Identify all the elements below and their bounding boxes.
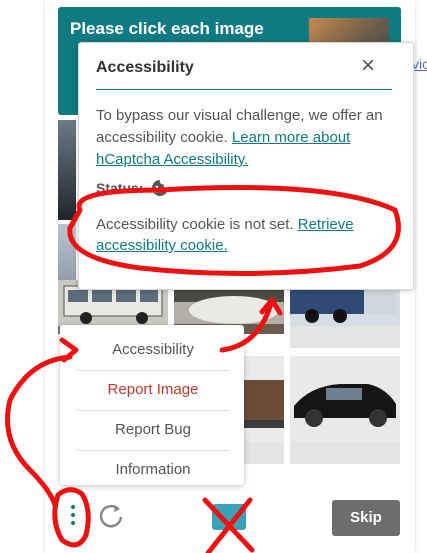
popup-intro: To bypass our visual challenge, we offer… — [96, 105, 396, 171]
options-menu: Accessibility Report Image Report Bug In… — [60, 325, 244, 485]
side-link[interactable]: vic — [412, 56, 427, 72]
image-tile-car[interactable] — [290, 356, 400, 442]
menu-item-report-image[interactable]: Report Image — [76, 370, 230, 410]
image-tile-placeholder — [290, 326, 400, 348]
cookie-icon — [151, 179, 169, 200]
divider — [96, 89, 392, 90]
menu-item-information[interactable]: Information — [76, 450, 230, 490]
image-tile-placeholder — [290, 442, 400, 464]
accessibility-popup: Accessibility × To bypass our visual cha… — [78, 42, 414, 290]
status-row: Status: — [96, 179, 169, 200]
cookie-status: Accessibility cookie is not set. Retriev… — [96, 214, 396, 256]
menu-item-report-bug[interactable]: Report Bug — [76, 410, 230, 450]
popup-title: Accessibility — [96, 59, 194, 76]
image-tile[interactable] — [58, 120, 76, 220]
cookie-status-text: Accessibility cookie is not set. — [96, 216, 294, 233]
menu-item-accessibility[interactable]: Accessibility — [76, 330, 230, 370]
audio-icon[interactable] — [212, 504, 246, 530]
refresh-icon[interactable] — [96, 501, 126, 531]
menu-dots-icon[interactable] — [66, 499, 80, 535]
status-label: Status: — [96, 180, 144, 197]
close-icon[interactable]: × — [361, 54, 375, 78]
skip-button[interactable]: Skip — [332, 500, 400, 536]
challenge-prompt: Please click each image — [70, 19, 264, 38]
